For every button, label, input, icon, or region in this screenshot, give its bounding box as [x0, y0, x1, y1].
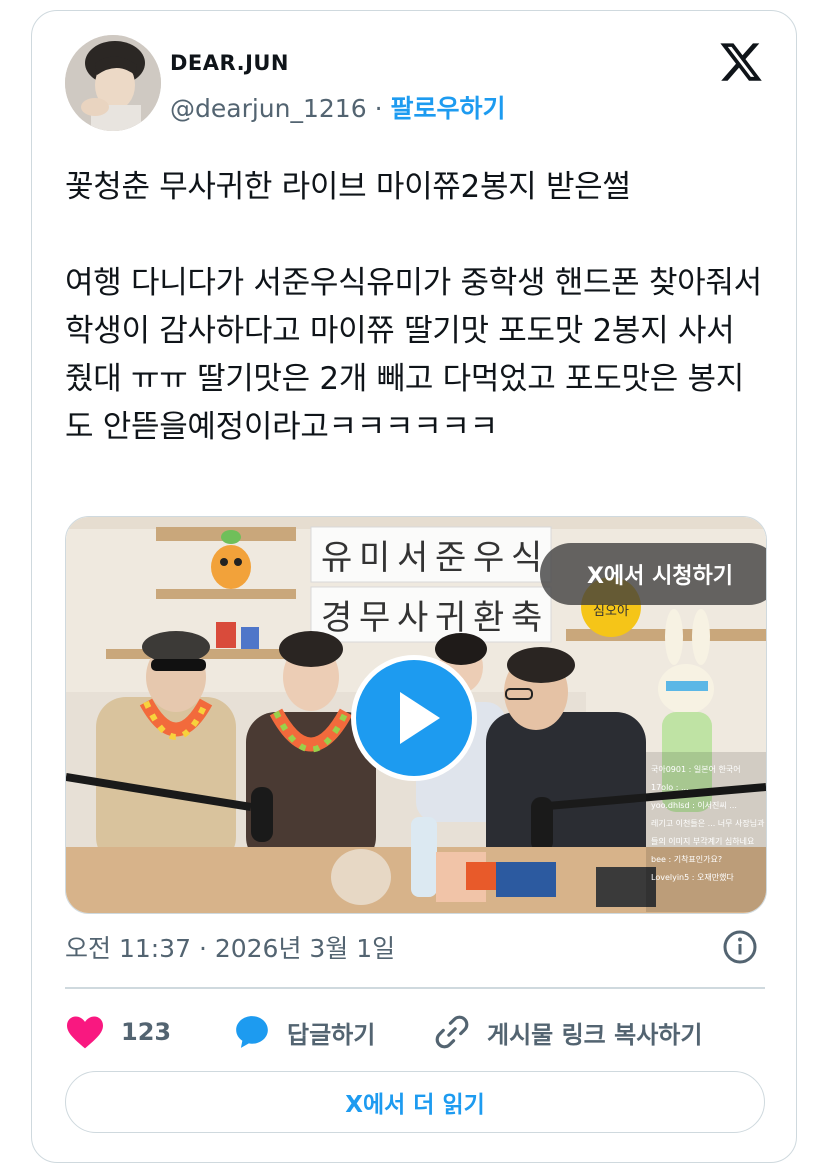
handle-separator: ·: [374, 94, 383, 123]
info-icon[interactable]: [722, 929, 758, 965]
shelf: [156, 589, 296, 599]
follow-button[interactable]: 팔로우하기: [390, 94, 505, 123]
author-avatar[interactable]: [65, 35, 161, 131]
tweet-text: 꽃청춘 무사귀한 라이브 마이쮸2봉지 받은썰 여행 다니다가 서준우식유미가 …: [65, 169, 762, 445]
sign-letter: 서: [397, 538, 428, 578]
copy-link-button[interactable]: 게시물 링크 복사하기: [433, 1007, 702, 1057]
sign-letter: 우: [473, 538, 504, 578]
reply-button[interactable]: 답글하기: [233, 1007, 375, 1057]
sign-letter: 식: [511, 538, 542, 578]
read-more-on-x-button[interactable]: X에서 더 읽기: [65, 1071, 765, 1133]
reply-label: 답글하기: [287, 1020, 376, 1049]
play-icon: [400, 692, 440, 744]
reply-bubble-icon: [236, 1016, 268, 1048]
like-button[interactable]: 123: [65, 1007, 171, 1057]
heart-icon: [67, 1016, 103, 1049]
chat-line: 레기고 이천들은 ... 너무 사장님과 직원: [651, 818, 766, 828]
svg-text:심오아: 심오아: [593, 604, 629, 619]
avatar-photo: [65, 35, 161, 131]
sign-letter: 유: [321, 538, 352, 578]
author-handle[interactable]: @dearjun_1216: [170, 94, 367, 123]
embedded-tweet-card: DEAR.JUN @dearjun_1216 · 팔로우하기 꽃청춘 무사귀한 …: [31, 10, 797, 1163]
sign-letter: 준: [435, 538, 466, 578]
sign-letter: 무: [359, 598, 390, 638]
action-bar: 123 답글하기 게시물 링크 복사하기: [65, 1007, 765, 1057]
video-media[interactable]: 유미서준우식 경무사귀환축 심오아 국아0901: 일본어 한국어 17olo…: [65, 516, 767, 914]
x-logo-icon[interactable]: [718, 39, 764, 85]
chat-line: yoo.dhlsd : 이서진씨 ...: [651, 800, 737, 810]
chat-line: bee : 기착표인가요?: [651, 854, 722, 864]
sign-letter: 귀: [435, 598, 466, 638]
sign-letter: 축: [511, 598, 542, 638]
chat-overlay: 국아0901 : 일본어 한국어 17olo : ... yoo.dhlsd : 이…: [646, 752, 766, 912]
watch-on-x-button[interactable]: X에서 시청하기: [540, 543, 766, 605]
chat-line: Lovelyin5 : 오재만했다: [651, 872, 734, 882]
author-handle-row: @dearjun_1216 · 팔로우하기: [170, 89, 505, 125]
sign-letter: 환: [473, 598, 504, 638]
sign-letter: 미: [359, 538, 390, 578]
like-count: 123: [121, 1018, 172, 1046]
divider: [65, 987, 765, 989]
chat-line: 17olo : ...: [651, 783, 689, 792]
sign-letter: 경: [321, 598, 352, 638]
tweet-timestamp[interactable]: 오전 11:37 · 2026년 3월 1일: [65, 929, 395, 965]
play-button[interactable]: [351, 655, 477, 781]
author-display-name[interactable]: DEAR.JUN: [170, 51, 289, 75]
link-icon: [435, 1015, 469, 1049]
sign-letter: 사: [397, 598, 428, 638]
chat-line: 들의 이미지 부각계기 심하네요: [651, 836, 754, 846]
copy-link-label: 게시물 링크 복사하기: [487, 1020, 703, 1049]
chat-line: 국아0901 : 일본어 한국어: [651, 764, 741, 774]
